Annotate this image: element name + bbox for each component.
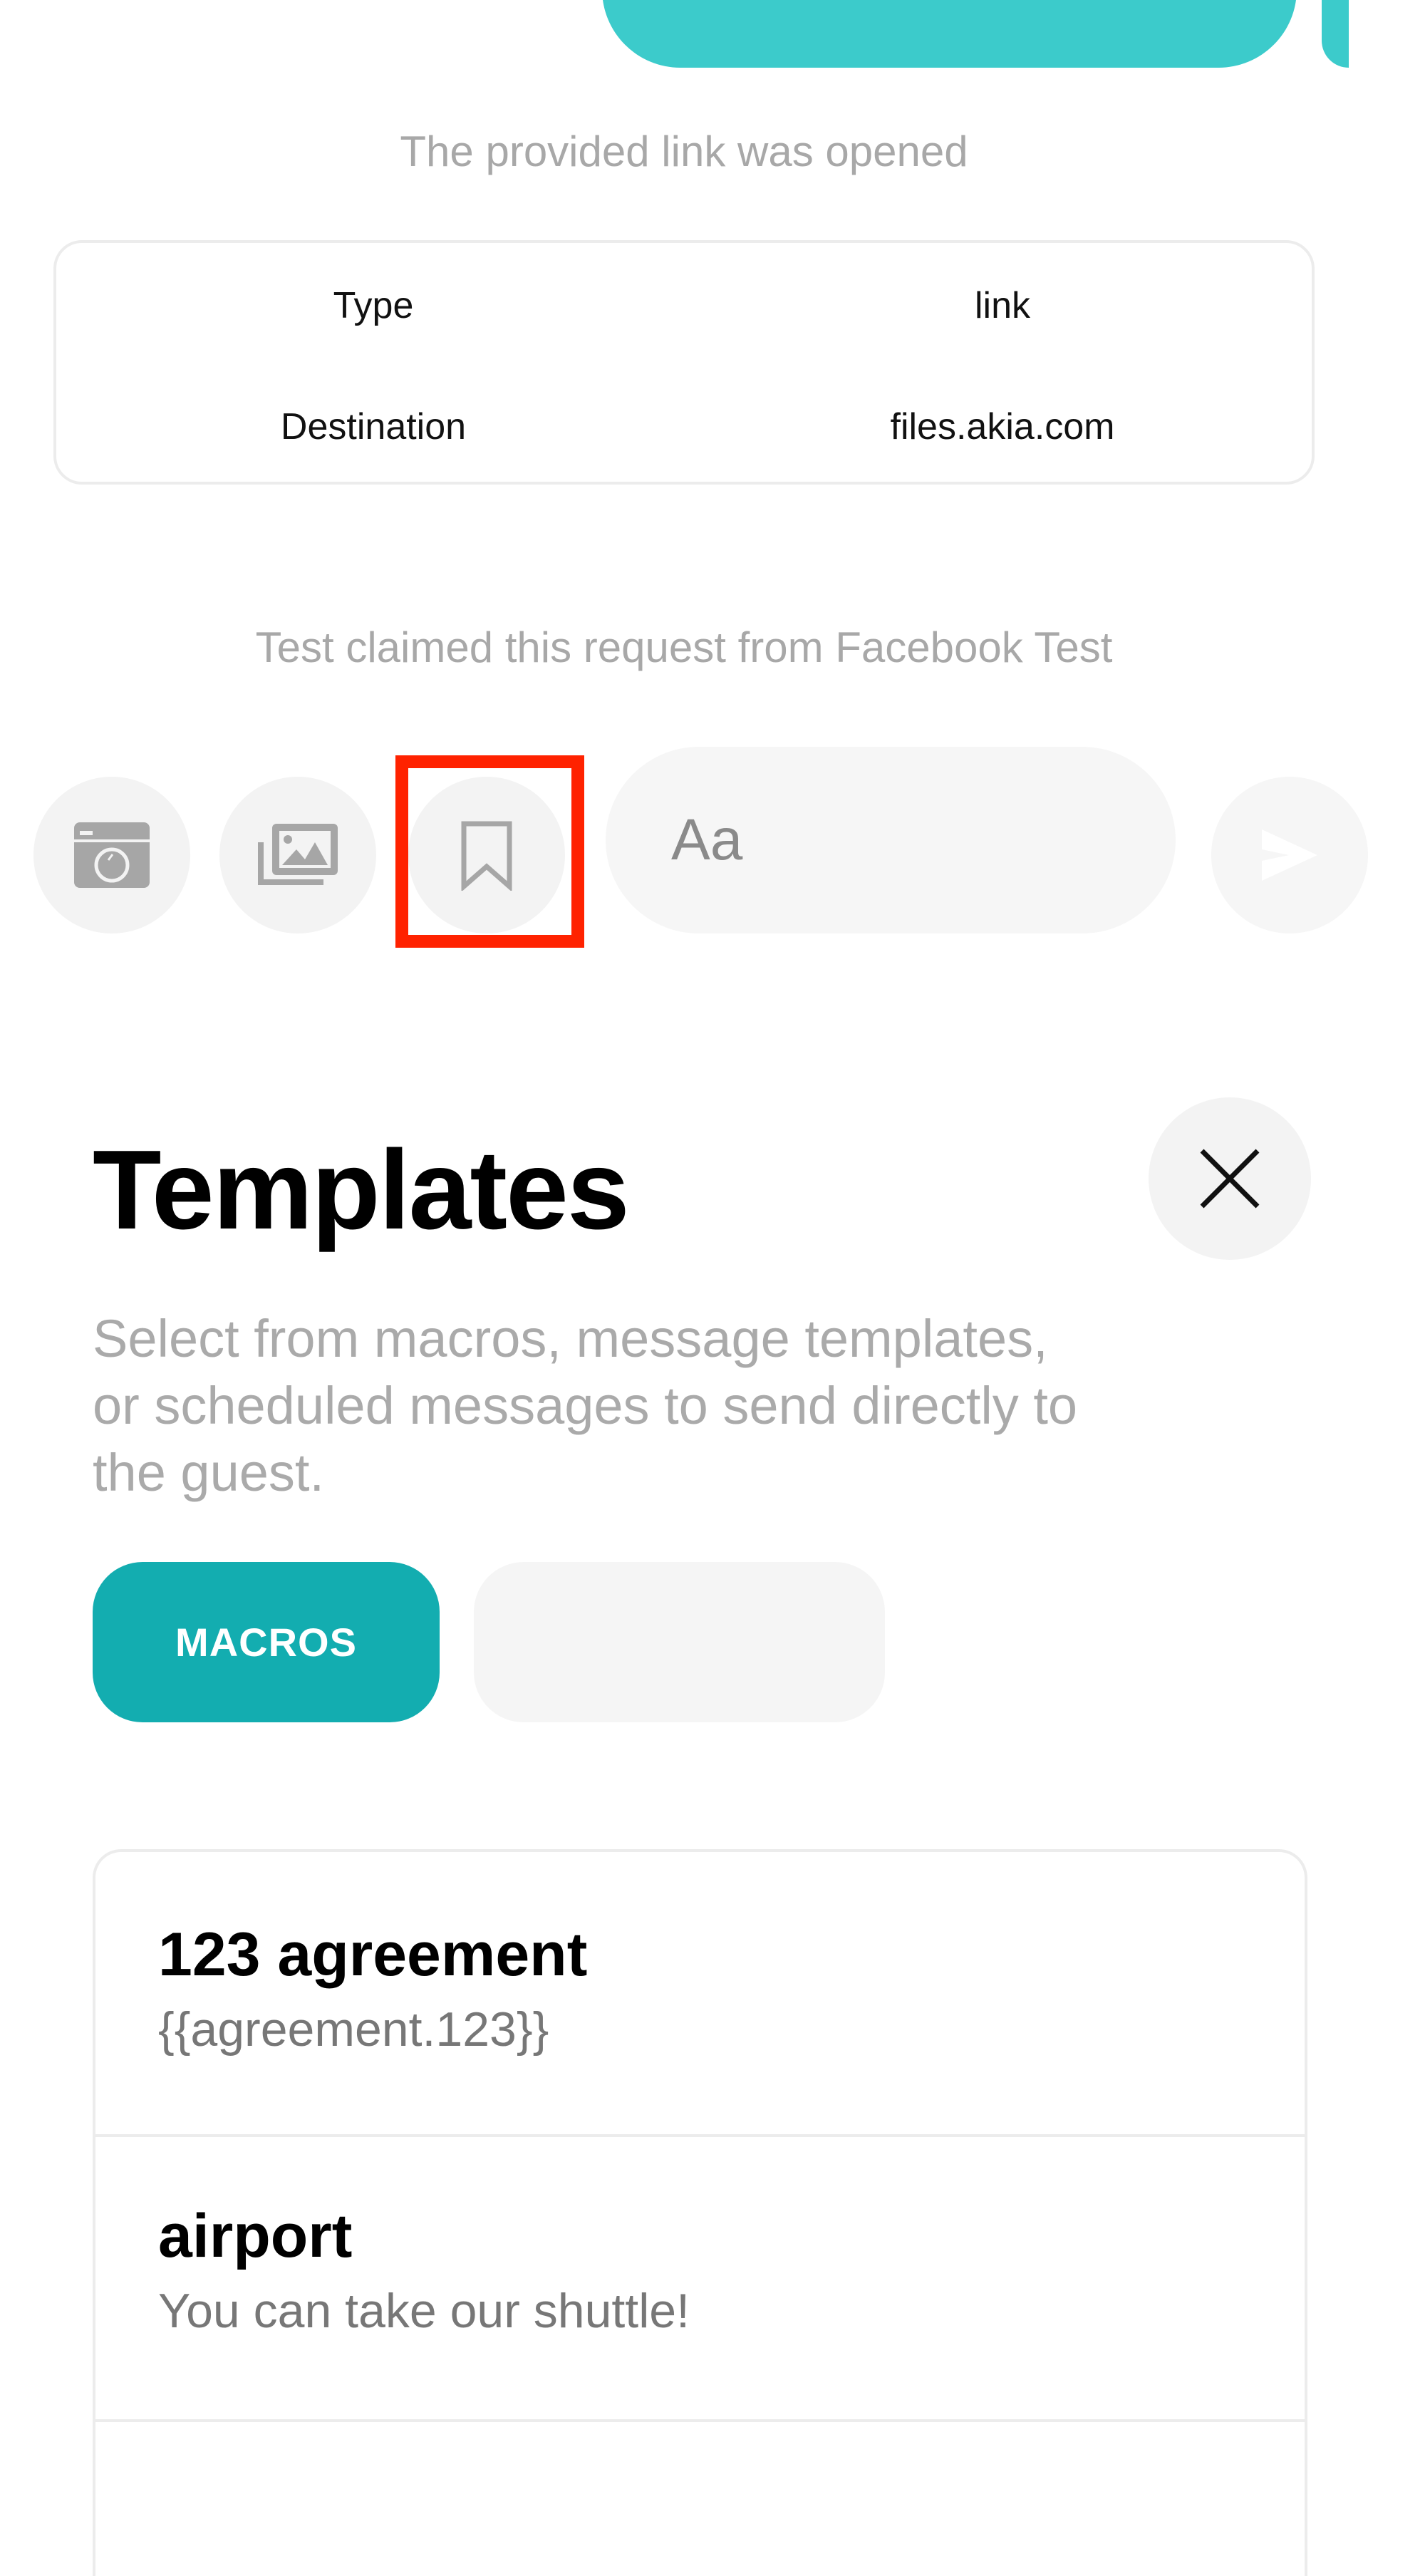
- close-icon: [1200, 1149, 1260, 1209]
- image-gallery-icon: [258, 824, 338, 885]
- item-body: You can take our shuttle!: [158, 2284, 690, 2338]
- macros-list: 123 agreement {{agreement.123}} airport …: [93, 1849, 1307, 2576]
- event-link-opened: The provided link was opened: [400, 128, 968, 175]
- info-row-destination: Destination files.akia.com: [56, 405, 1312, 462]
- camera-button[interactable]: [33, 777, 190, 933]
- item-title: airport: [158, 2202, 353, 2270]
- chat-bubble-tail: [1322, 0, 1349, 68]
- link-info-card: Type link Destination files.akia.com: [53, 240, 1315, 485]
- info-label: Destination: [280, 406, 467, 448]
- event-request-claimed: Test claimed this request from Facebook …: [255, 624, 1113, 671]
- tab-macros[interactable]: MACROS: [93, 1562, 440, 1722]
- send-icon: [1262, 829, 1317, 881]
- templates-title: Templates: [93, 1127, 630, 1253]
- templates-description: Select from macros, message templates, o…: [93, 1309, 1078, 1502]
- message-input[interactable]: [606, 747, 1176, 933]
- info-value: files.akia.com: [890, 406, 1115, 448]
- info-row-type: Type link: [56, 284, 1312, 341]
- close-button[interactable]: [1149, 1097, 1311, 1260]
- item-title: 123 agreement: [158, 1920, 588, 1989]
- item-body: {{agreement.123}}: [158, 2002, 549, 2057]
- list-item[interactable]: 123 agreement {{agreement.123}}: [95, 1852, 1305, 2137]
- info-label: Type: [333, 285, 414, 326]
- info-value: link: [974, 285, 1031, 326]
- list-item[interactable]: airport You can take our shuttle!: [95, 2137, 1305, 2422]
- send-button[interactable]: [1211, 777, 1368, 933]
- tab-secondary[interactable]: [474, 1562, 885, 1722]
- gallery-button[interactable]: [219, 777, 376, 933]
- chat-message-bubble: [602, 0, 1297, 68]
- camera-icon: [74, 822, 150, 888]
- highlight-box: [395, 755, 584, 948]
